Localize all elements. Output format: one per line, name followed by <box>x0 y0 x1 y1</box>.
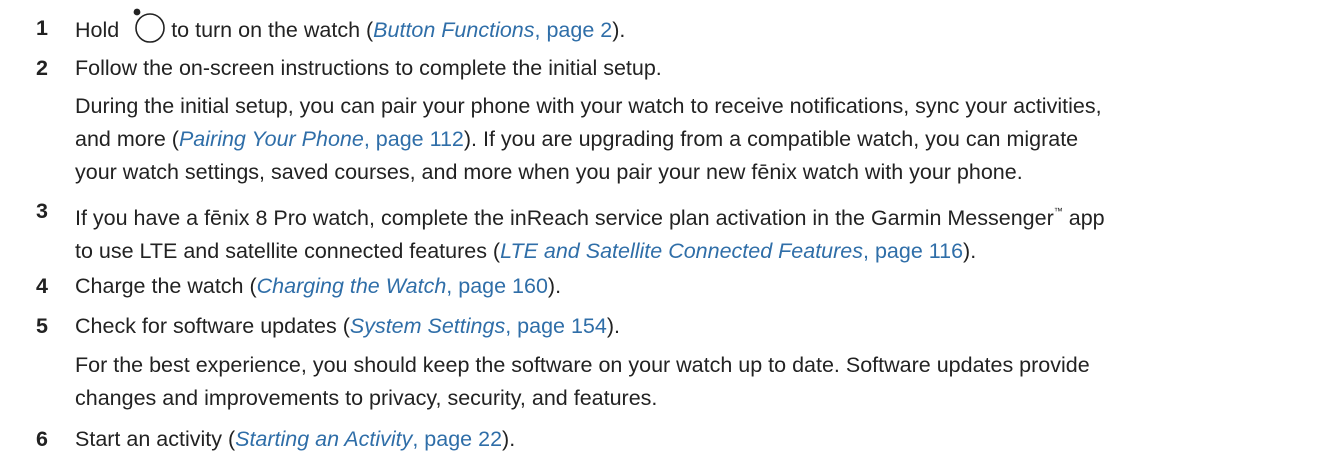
starting-an-activity-link[interactable]: Starting an Activity, page 22 <box>235 427 502 451</box>
step-5: 5 Check for software updates (System Set… <box>36 310 1326 343</box>
step-5-note: For the best experience, you should keep… <box>75 349 1330 415</box>
note-line: changes and improvements to privacy, sec… <box>75 386 658 410</box>
note-line: For the best experience, you should keep… <box>75 353 1090 377</box>
button-functions-link[interactable]: Button Functions, page 2 <box>373 18 612 42</box>
watch-button-icon <box>131 8 166 46</box>
step-text: Follow the on-screen instructions to com… <box>75 56 662 80</box>
setup-steps-page: 1 Hold to turn on the watch (Button Func… <box>0 0 1332 461</box>
step-number: 2 <box>36 56 48 80</box>
step-number: 6 <box>36 427 48 451</box>
step-2: 2 Follow the on-screen instructions to c… <box>36 52 1326 85</box>
step-text: Hold <box>75 18 120 42</box>
step-text: If you have a fēnix 8 Pro watch, complet… <box>75 206 1105 230</box>
step-number: 5 <box>36 314 48 338</box>
step-text: to turn on the watch ( <box>171 18 374 42</box>
trademark-symbol: ™ <box>1053 206 1063 216</box>
step-number: 1 <box>36 16 48 40</box>
step-6: 6 Start an activity (Starting an Activit… <box>36 423 1326 456</box>
step-number: 3 <box>36 199 48 223</box>
pairing-your-phone-link[interactable]: Pairing Your Phone, page 112 <box>179 127 464 151</box>
system-settings-link[interactable]: System Settings, page 154 <box>350 314 607 338</box>
step-text: Charge the watch (Charging the Watch, pa… <box>75 274 562 298</box>
step-2-note: During the initial setup, you can pair y… <box>75 90 1330 189</box>
note-line: your watch settings, saved courses, and … <box>75 160 1023 184</box>
step-1: 1 Hold to turn on the watch (Button Func… <box>36 8 1326 47</box>
note-line: During the initial setup, you can pair y… <box>75 94 1102 118</box>
step-text: to use LTE and satellite connected featu… <box>75 239 977 263</box>
lte-satellite-features-link[interactable]: LTE and Satellite Connected Features, pa… <box>500 239 963 263</box>
step-text: Start an activity (Starting an Activity,… <box>75 427 516 451</box>
step-3: 3 If you have a fēnix 8 Pro watch, compl… <box>36 195 1326 268</box>
note-line: and more (Pairing Your Phone, page 112).… <box>75 127 1079 151</box>
charging-the-watch-link[interactable]: Charging the Watch, page 160 <box>257 274 548 298</box>
step-4: 4 Charge the watch (Charging the Watch, … <box>36 270 1326 303</box>
step-number: 4 <box>36 274 48 298</box>
step-text: Check for software updates (System Setti… <box>75 314 620 338</box>
